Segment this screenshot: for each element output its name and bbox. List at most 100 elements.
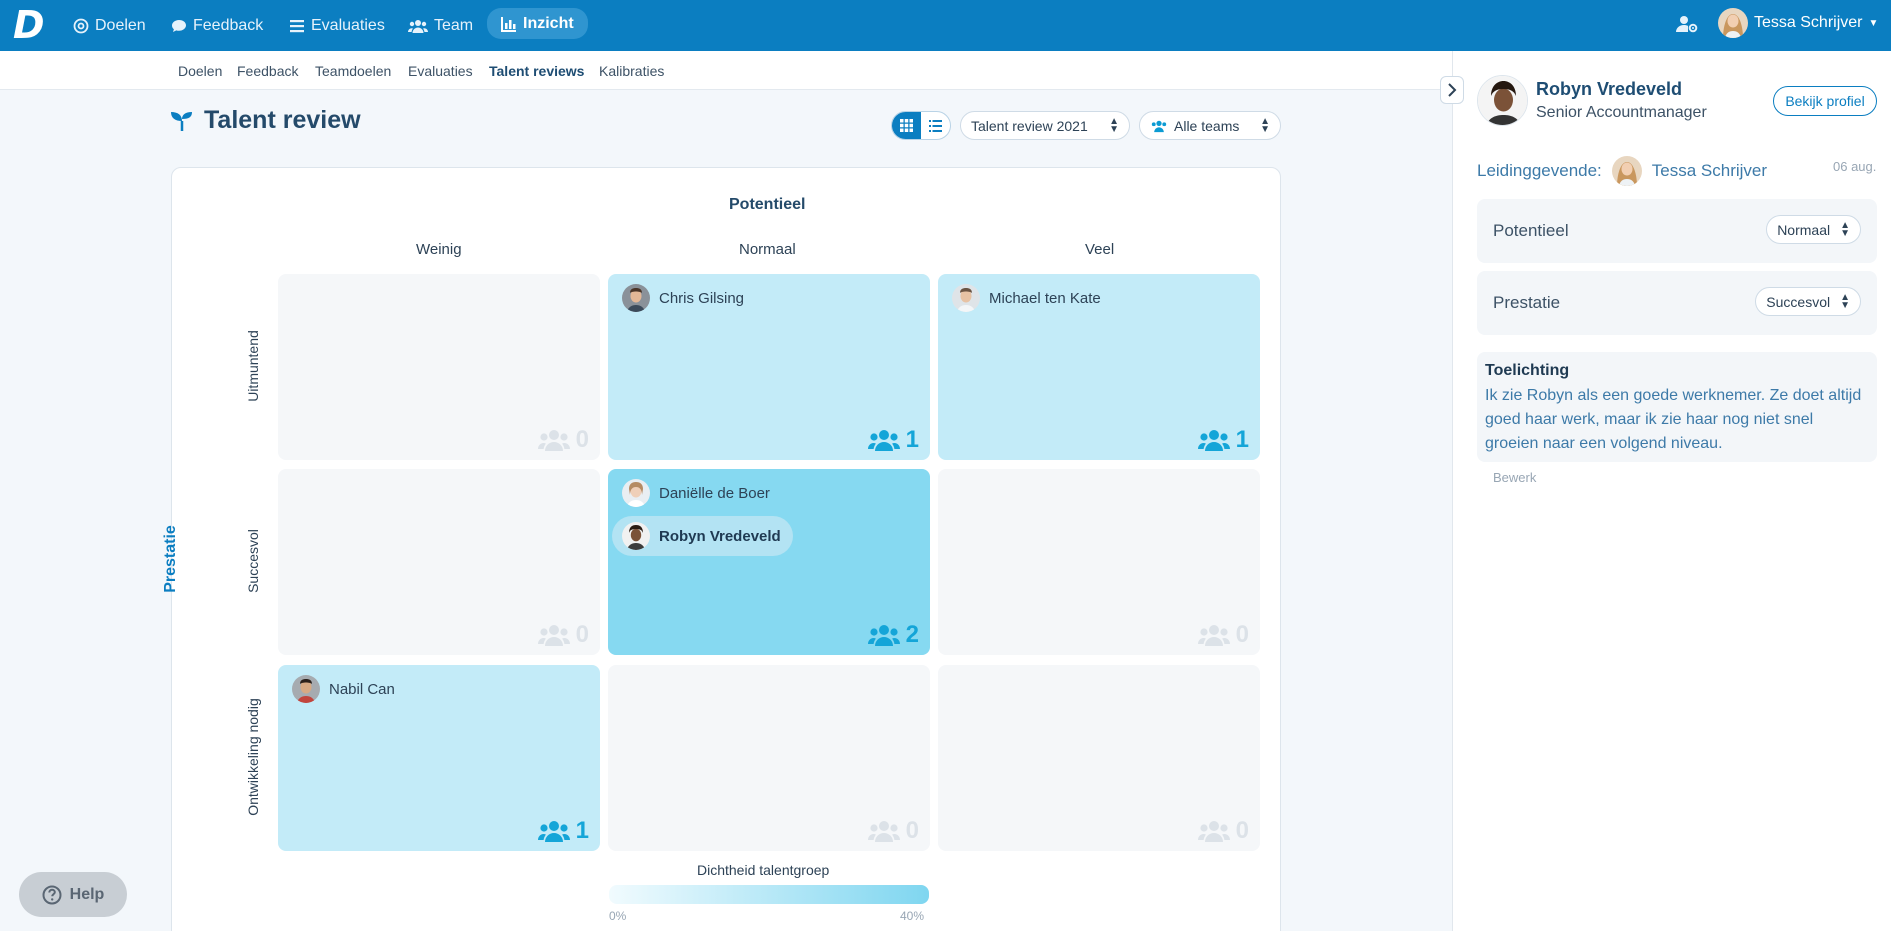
avatar (622, 479, 650, 507)
nav-item-feedback[interactable]: Feedback (171, 13, 263, 39)
cell-count: 2 (867, 621, 919, 649)
performance-field: Prestatie Succesvol ▲ ▼ (1477, 271, 1877, 335)
users-icon (537, 625, 570, 646)
users-icon (408, 20, 428, 33)
grid-cell-ontwikkeling-normaal[interactable]: 0 (608, 665, 930, 851)
review-select[interactable]: Talent review 2021 ▲ ▼ (960, 111, 1130, 140)
cell-count-value: 1 (575, 817, 589, 844)
chevron-down-icon: ▼ (1868, 17, 1879, 29)
person-name: Chris Gilsing (659, 289, 745, 307)
person-chip[interactable]: Chris Gilsing (618, 278, 756, 318)
avatar (952, 284, 980, 312)
cell-count-value: 0 (575, 621, 589, 648)
users-icon (1197, 430, 1230, 451)
help-button[interactable]: Help (19, 872, 127, 917)
list-view-button[interactable] (921, 112, 950, 139)
subnav-item-feedback[interactable]: Feedback (237, 63, 298, 79)
column-label-veel: Veel (1085, 241, 1115, 258)
performance-axis-label: Prestatie (162, 525, 179, 593)
performance-label: Prestatie (1493, 293, 1561, 312)
person-chip-selected[interactable]: Robyn Vredeveld (612, 516, 793, 556)
avatar (622, 284, 650, 312)
cell-count-value: 0 (1235, 817, 1249, 844)
subnav-item-evaluaties[interactable]: Evaluaties (408, 63, 473, 79)
cell-count: 0 (1197, 621, 1249, 649)
cell-count: 1 (537, 817, 589, 845)
cell-count-value: 1 (1235, 426, 1249, 453)
potential-value: Normaal (1777, 221, 1831, 238)
user-menu[interactable]: Tessa Schrijver ▼ (1718, 8, 1878, 38)
person-name: Daniëlle de Boer (659, 484, 770, 502)
potential-axis-label: Potentieel (729, 196, 806, 213)
team-select[interactable]: Alle teams ▲ ▼ (1139, 111, 1281, 140)
avatar (1611, 156, 1642, 186)
question-icon (42, 885, 62, 904)
page-title: Talent review (170, 106, 361, 135)
users-icon (537, 430, 570, 451)
subnav-item-kalibraties[interactable]: Kalibraties (599, 63, 664, 79)
subnav-item-talent-reviews[interactable]: Talent reviews (489, 63, 584, 79)
nav-item-label: Doelen (95, 17, 146, 34)
subnav-item-doelen[interactable]: Doelen (178, 63, 222, 79)
row-label-ontwikkeling-nodig: Ontwikkeling nodig (245, 698, 261, 816)
sort-icon: ▲ ▼ (1260, 115, 1270, 135)
grid-cell-ontwikkeling-weinig[interactable]: Nabil Can 1 (278, 665, 600, 851)
person-chip[interactable]: Daniëlle de Boer (618, 473, 782, 513)
cell-count-value: 0 (905, 817, 919, 844)
legend-max: 40% (900, 909, 925, 923)
nav-item-team[interactable]: Team (408, 13, 473, 39)
users-icon (1197, 625, 1230, 646)
sprout-icon (171, 111, 192, 131)
list-icon (290, 20, 304, 33)
nav-item-label: Team (434, 17, 474, 34)
manager-name[interactable]: Tessa Schrijver (1652, 161, 1767, 181)
person-chip[interactable]: Nabil Can (288, 669, 407, 709)
team-select-value: Alle teams (1174, 117, 1240, 134)
grid-view-button[interactable] (892, 112, 921, 139)
person-name: Michael ten Kate (989, 289, 1101, 307)
cell-count: 0 (537, 621, 589, 649)
grid-cell-uitmuntend-veel[interactable]: Michael ten Kate 1 (938, 274, 1260, 460)
user-settings-icon[interactable] (1676, 14, 1698, 34)
grid-cell-uitmuntend-normaal[interactable]: Chris Gilsing 1 (608, 274, 930, 460)
help-label: Help (69, 885, 105, 903)
density-legend-bar (609, 885, 929, 904)
review-select-value: Talent review 2021 (971, 117, 1088, 134)
potential-field: Potentieel Normaal ▲ ▼ (1477, 199, 1877, 263)
app-logo[interactable]: D (13, 6, 45, 44)
explanation-box: Toelichting Ik zie Robyn als een goede w… (1477, 352, 1877, 462)
sort-icon: ▲ ▼ (1840, 291, 1850, 311)
sub-navigation: Doelen Feedback Teamdoelen Evaluaties Ta… (0, 51, 1452, 90)
grid-cell-succesvol-veel[interactable]: 0 (938, 469, 1260, 655)
subnav-item-teamdoelen[interactable]: Teamdoelen (315, 63, 391, 79)
grid-cell-uitmuntend-weinig[interactable]: 0 (278, 274, 600, 460)
manager-row: Leidinggevende: Tessa Schrijver (1477, 156, 1767, 186)
nav-item-inzicht[interactable]: Inzicht (487, 8, 588, 39)
potential-select[interactable]: Normaal ▲ ▼ (1766, 215, 1861, 244)
manager-label: Leidinggevende: (1477, 161, 1602, 180)
edit-link[interactable]: Bewerk (1493, 470, 1536, 485)
cell-count: 1 (1197, 426, 1249, 454)
legend-title: Dichtheid talentgroep (697, 862, 830, 878)
grid-cell-ontwikkeling-veel[interactable]: 0 (938, 665, 1260, 851)
performance-select[interactable]: Succesvol ▲ ▼ (1755, 287, 1861, 316)
avatar (1718, 8, 1748, 38)
view-profile-button[interactable]: Bekijk profiel (1773, 86, 1877, 116)
nav-item-label: Inzicht (523, 15, 574, 32)
column-label-normaal: Normaal (739, 241, 796, 258)
cell-count-value: 2 (905, 621, 919, 648)
row-label-uitmuntend: Uitmuntend (245, 330, 261, 402)
chat-icon (172, 20, 186, 32)
nav-item-label: Evaluaties (311, 17, 385, 34)
nav-item-evaluaties[interactable]: Evaluaties (289, 13, 385, 39)
grid-icon (900, 119, 913, 132)
sort-icon: ▲ ▼ (1109, 115, 1119, 135)
review-date: 06 aug. (1833, 159, 1877, 174)
grid-cell-succesvol-normaal[interactable]: Daniëlle de Boer Robyn Vredeveld 2 (608, 469, 930, 655)
cell-count: 1 (867, 426, 919, 454)
grid-cell-succesvol-weinig[interactable]: 0 (278, 469, 600, 655)
view-toggle (891, 111, 951, 140)
person-chip[interactable]: Michael ten Kate (948, 278, 1113, 318)
collapse-panel-button[interactable] (1440, 76, 1464, 104)
nav-item-doelen[interactable]: Doelen (73, 13, 146, 39)
